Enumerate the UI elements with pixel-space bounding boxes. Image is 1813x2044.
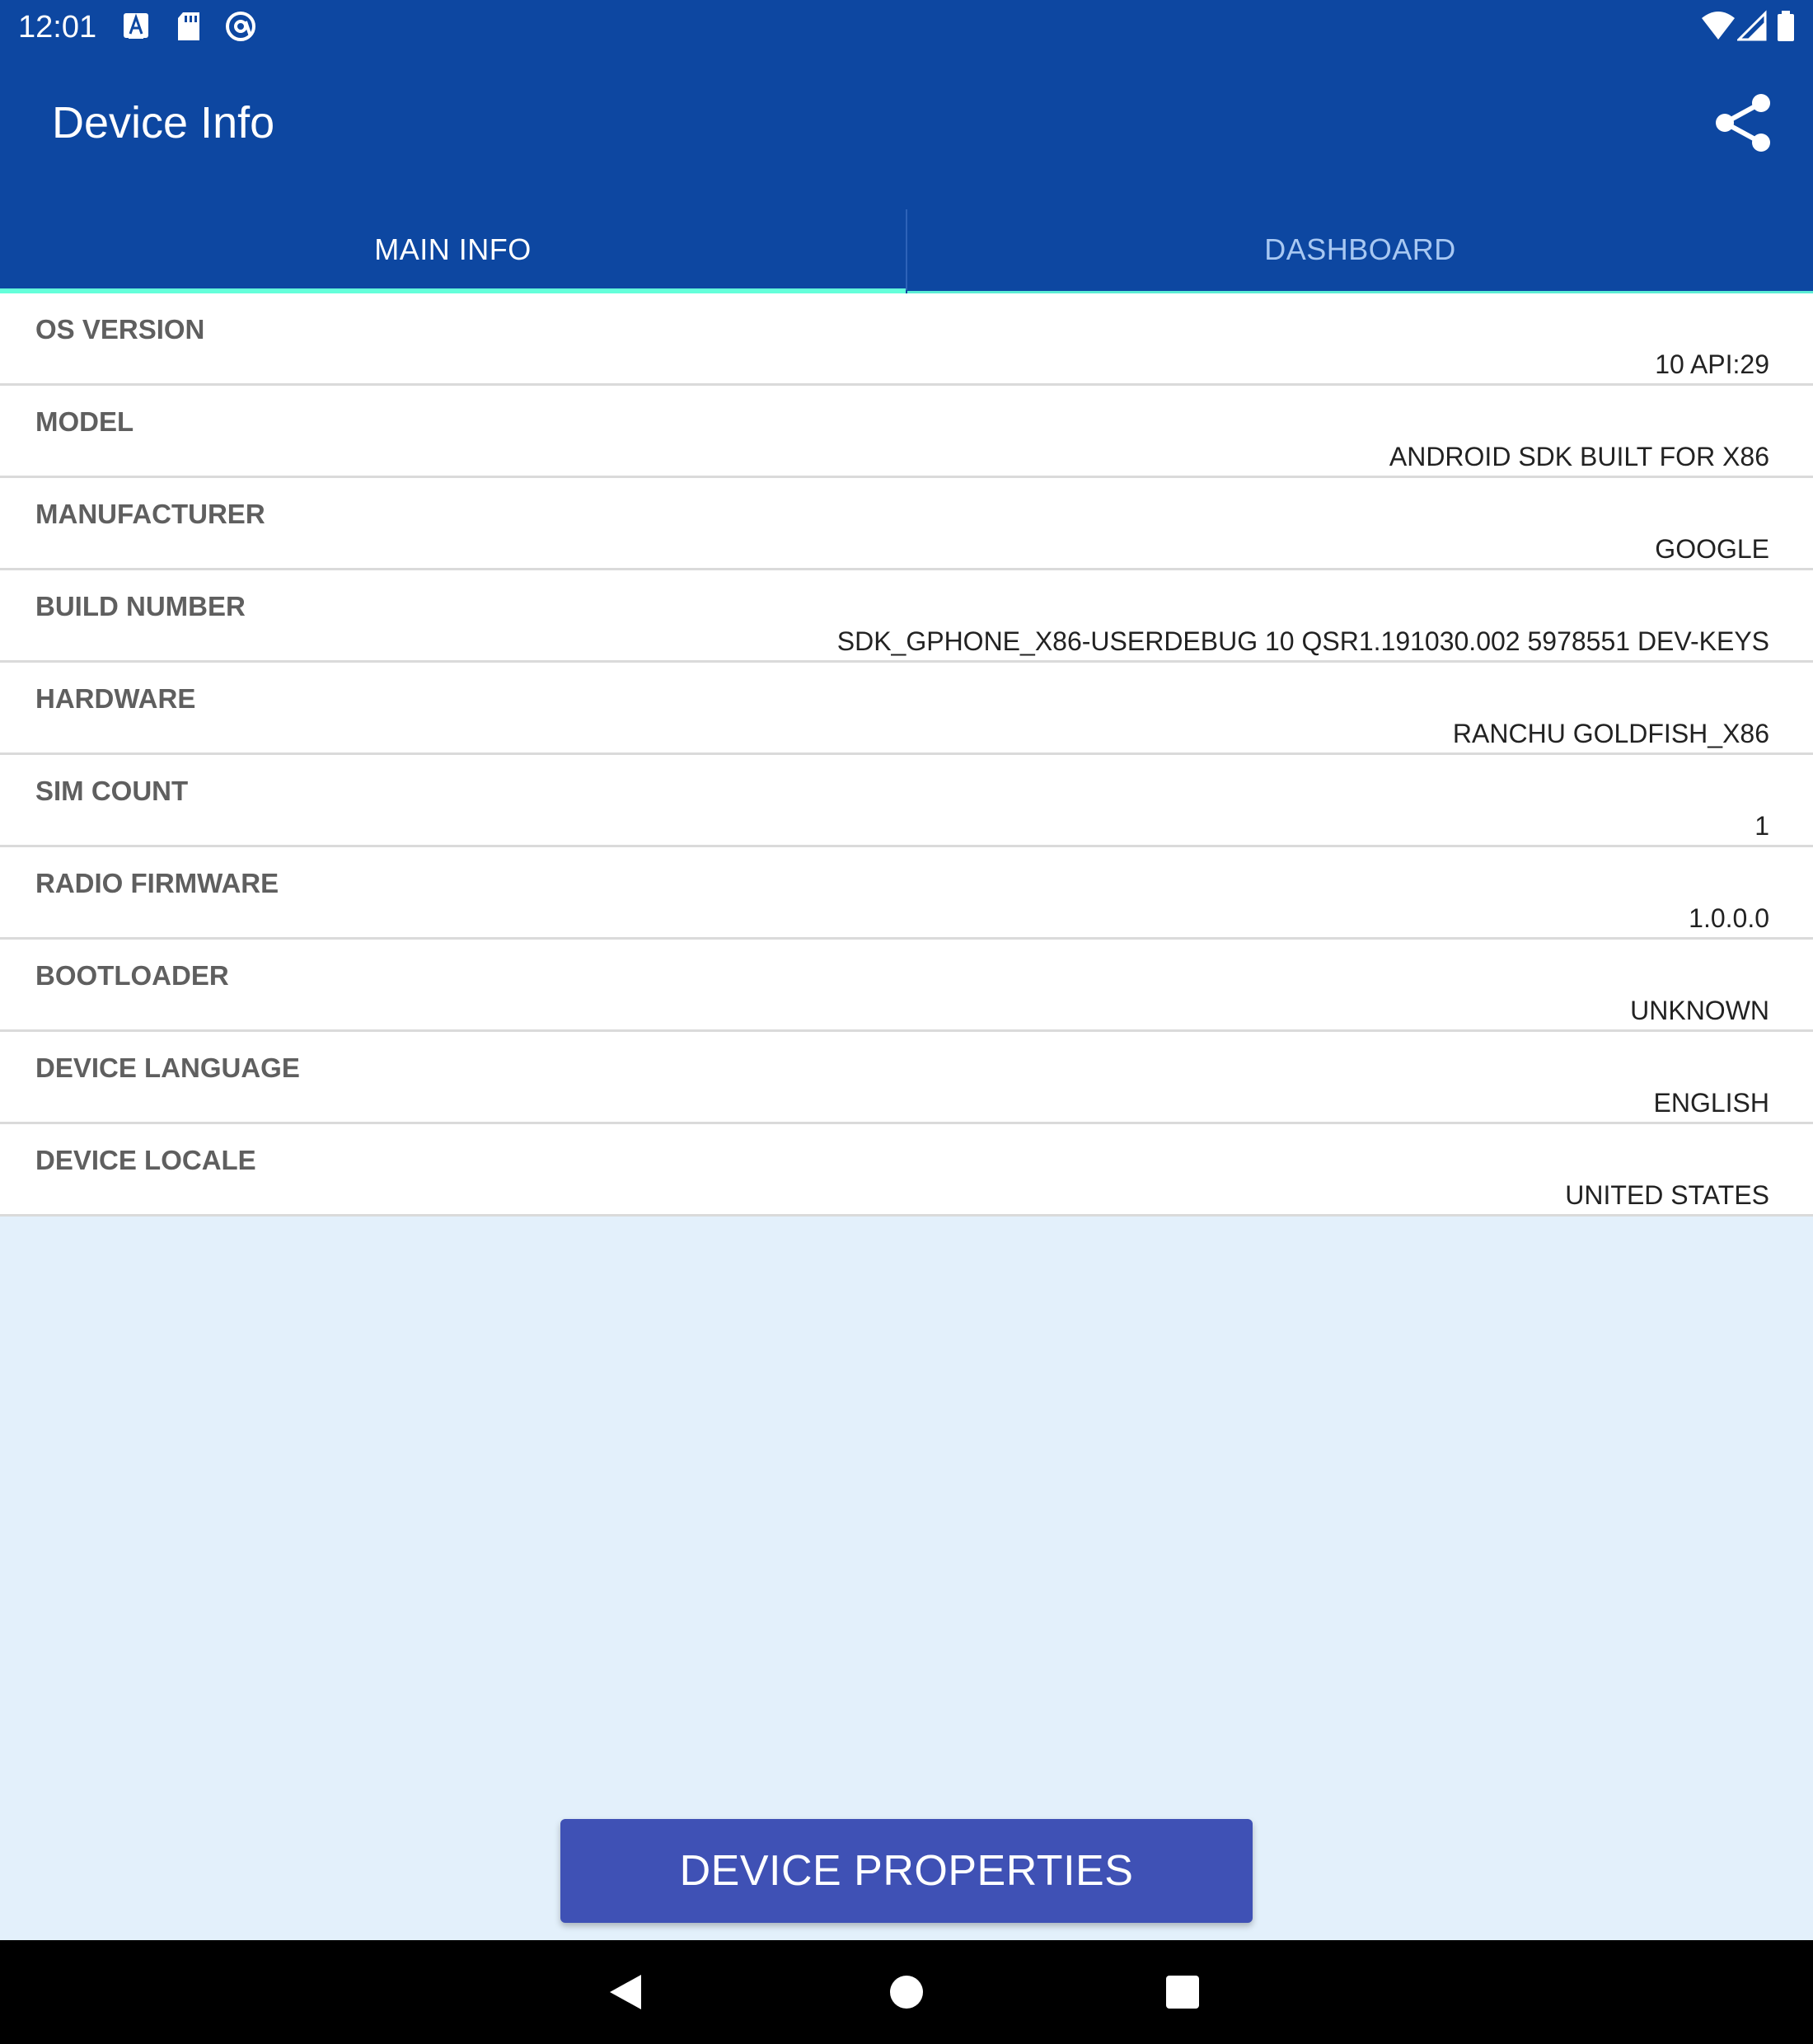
status-time: 12:01 bbox=[18, 10, 97, 45]
info-label: OS VERSION bbox=[35, 314, 205, 345]
info-label: MANUFACTURER bbox=[35, 499, 265, 529]
tab-bar: MAIN INFO DASHBOARD bbox=[0, 206, 1813, 293]
system-nav-bar bbox=[0, 1940, 1813, 2044]
info-value: 1 bbox=[1754, 811, 1769, 841]
device-info-list: OS VERSION 10 API:29 MODEL ANDROID SDK B… bbox=[0, 293, 1813, 1217]
recents-icon[interactable] bbox=[1155, 1965, 1210, 2019]
info-value: ENGLISH bbox=[1653, 1088, 1769, 1118]
info-value: SDK_GPHONE_X86-USERDEBUG 10 QSR1.191030.… bbox=[836, 626, 1769, 656]
info-label: BOOTLOADER bbox=[35, 960, 229, 991]
info-row-device-locale[interactable]: DEVICE LOCALE UNITED STATES bbox=[0, 1124, 1813, 1217]
status-bar: 12:01 bbox=[0, 0, 1813, 53]
info-label: BUILD NUMBER bbox=[35, 591, 246, 621]
info-row-hardware[interactable]: HARDWARE RANCHU GOLDFISH_X86 bbox=[0, 663, 1813, 755]
info-row-model[interactable]: MODEL ANDROID SDK BUILT FOR X86 bbox=[0, 386, 1813, 478]
info-row-sim-count[interactable]: SIM COUNT 1 bbox=[0, 755, 1813, 847]
app-bar: Device Info bbox=[0, 53, 1813, 206]
info-value: 1.0.0.0 bbox=[1689, 903, 1769, 933]
info-row-bootloader[interactable]: BOOTLOADER UNKNOWN bbox=[0, 940, 1813, 1032]
accessibility-icon bbox=[226, 12, 255, 41]
home-icon[interactable] bbox=[879, 1965, 934, 2019]
info-row-os-version[interactable]: OS VERSION 10 API:29 bbox=[0, 293, 1813, 386]
page-title: Device Info bbox=[52, 98, 275, 148]
info-value: GOOGLE bbox=[1655, 534, 1769, 564]
info-label: MODEL bbox=[35, 406, 134, 437]
back-icon[interactable] bbox=[600, 1965, 654, 2019]
share-button[interactable] bbox=[1710, 90, 1776, 156]
info-label: RADIO FIRMWARE bbox=[35, 868, 279, 898]
info-value: RANCHU GOLDFISH_X86 bbox=[1452, 719, 1769, 748]
device-properties-button[interactable]: DEVICE PROPERTIES bbox=[560, 1819, 1253, 1923]
signal-icon bbox=[1737, 10, 1767, 41]
info-label: SIM COUNT bbox=[35, 776, 189, 806]
info-row-build-number[interactable]: BUILD NUMBER SDK_GPHONE_X86-USERDEBUG 10… bbox=[0, 570, 1813, 663]
info-value: UNITED STATES bbox=[1565, 1180, 1769, 1210]
wifi-icon bbox=[1702, 12, 1735, 40]
share-icon bbox=[1716, 94, 1770, 152]
info-label: DEVICE LANGUAGE bbox=[35, 1052, 300, 1083]
tab-main-info[interactable]: MAIN INFO bbox=[0, 206, 906, 293]
info-row-manufacturer[interactable]: MANUFACTURER GOOGLE bbox=[0, 478, 1813, 570]
info-row-device-language[interactable]: DEVICE LANGUAGE ENGLISH bbox=[0, 1032, 1813, 1124]
info-value: UNKNOWN bbox=[1630, 996, 1769, 1025]
tab-dashboard[interactable]: DASHBOARD bbox=[907, 206, 1813, 293]
battery-icon bbox=[1778, 11, 1794, 41]
info-label: HARDWARE bbox=[35, 683, 196, 714]
info-row-radio-firmware[interactable]: RADIO FIRMWARE 1.0.0.0 bbox=[0, 847, 1813, 940]
sd-card-icon bbox=[178, 12, 199, 40]
info-value: 10 API:29 bbox=[1655, 349, 1769, 379]
info-value: ANDROID SDK BUILT FOR X86 bbox=[1389, 442, 1769, 471]
info-label: DEVICE LOCALE bbox=[35, 1145, 256, 1175]
text-notification-icon bbox=[124, 13, 148, 39]
